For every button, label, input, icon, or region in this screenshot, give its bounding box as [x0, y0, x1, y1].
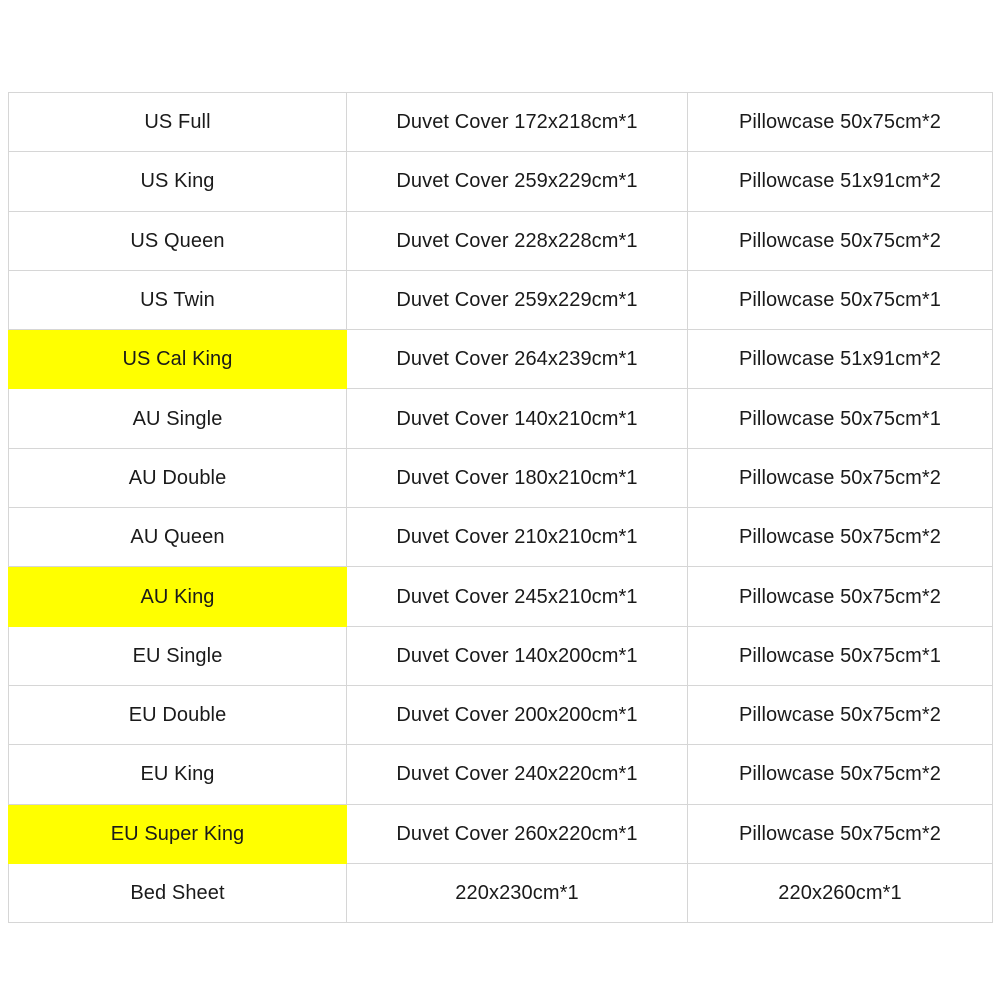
- cell-pillowcase: Pillowcase 50x75cm*2: [687, 744, 993, 805]
- bedding-size-table: US Full Duvet Cover 172x218cm*1 Pillowcase…: [8, 91, 993, 924]
- table-row: AU King Duvet Cover 245x210cm*1 Pillowcase…: [8, 566, 993, 627]
- table-row: EU King Duvet Cover 240x220cm*1 Pillowcase…: [8, 744, 993, 805]
- cell-size-name: AU Double: [8, 447, 347, 509]
- cell-duvet-cover: Duvet Cover 259x229cm*1: [346, 151, 688, 212]
- cell-pillowcase: Pillowcase 50x75cm*2: [687, 91, 993, 153]
- cell-duvet-cover: Duvet Cover 140x210cm*1: [346, 388, 688, 449]
- table-row: EU Super King Duvet Cover 260x220cm*1 Pill…: [8, 803, 993, 864]
- table-row: US Queen Duvet Cover 228x228cm*1 Pillowcas…: [8, 210, 993, 271]
- cell-pillowcase: Pillowcase 50x75cm*2: [687, 447, 993, 509]
- cell-pillowcase: Pillowcase 50x75cm*2: [687, 684, 993, 746]
- cell-duvet-cover: Duvet Cover 240x220cm*1: [346, 744, 688, 805]
- table-row: US Twin Duvet Cover 259x229cm*1 Pillowcase…: [8, 269, 993, 331]
- table-body: US Full Duvet Cover 172x218cm*1 Pillowcase…: [8, 91, 993, 924]
- cell-size-name: EU Super King: [8, 803, 347, 864]
- cell-pillowcase: Pillowcase 51x91cm*2: [687, 151, 993, 212]
- cell-size-name: Bed Sheet: [8, 862, 347, 924]
- cell-pillowcase: Pillowcase 50x75cm*1: [687, 269, 993, 331]
- cell-duvet-cover: Duvet Cover 259x229cm*1: [346, 269, 688, 331]
- cell-pillowcase: Pillowcase 51x91cm*2: [687, 329, 993, 390]
- table-row: AU Queen Duvet Cover 210x210cm*1 Pillowcas…: [8, 507, 993, 568]
- cell-duvet-cover: Duvet Cover 245x210cm*1: [346, 566, 688, 627]
- page-root: US Full Duvet Cover 172x218cm*1 Pillowcase…: [0, 0, 1000, 1000]
- cell-pillowcase: 220x260cm*1: [687, 862, 993, 924]
- cell-duvet-cover: Duvet Cover 200x200cm*1: [346, 684, 688, 746]
- cell-pillowcase: Pillowcase 50x75cm*1: [687, 625, 993, 686]
- cell-size-name: EU Single: [8, 625, 347, 686]
- table-row: EU Double Duvet Cover 200x200cm*1 Pillowca…: [8, 684, 993, 746]
- table-row: AU Single Duvet Cover 140x210cm*1 Pillowca…: [8, 388, 993, 449]
- cell-duvet-cover: Duvet Cover 180x210cm*1: [346, 447, 688, 509]
- cell-pillowcase: Pillowcase 50x75cm*2: [687, 210, 993, 271]
- cell-pillowcase: Pillowcase 50x75cm*1: [687, 388, 993, 449]
- cell-size-name: US Queen: [8, 210, 347, 271]
- cell-pillowcase: Pillowcase 50x75cm*2: [687, 507, 993, 568]
- table-row: US King Duvet Cover 259x229cm*1 Pillowcase…: [8, 151, 993, 212]
- cell-duvet-cover: Duvet Cover 260x220cm*1: [346, 803, 688, 864]
- cell-pillowcase: Pillowcase 50x75cm*2: [687, 566, 993, 627]
- cell-duvet-cover: 220x230cm*1: [346, 862, 688, 924]
- cell-size-name: AU Queen: [8, 507, 347, 568]
- cell-size-name: EU King: [8, 744, 347, 805]
- cell-duvet-cover: Duvet Cover 210x210cm*1: [346, 507, 688, 568]
- table-row: US Full Duvet Cover 172x218cm*1 Pillowcase…: [8, 91, 993, 153]
- cell-size-name: AU Single: [8, 388, 347, 449]
- cell-size-name: US Full: [8, 91, 347, 153]
- cell-size-name: US Cal King: [8, 329, 347, 390]
- cell-size-name: AU King: [8, 566, 347, 627]
- cell-duvet-cover: Duvet Cover 172x218cm*1: [346, 91, 688, 153]
- cell-pillowcase: Pillowcase 50x75cm*2: [687, 803, 993, 864]
- cell-duvet-cover: Duvet Cover 140x200cm*1: [346, 625, 688, 686]
- cell-duvet-cover: Duvet Cover 264x239cm*1: [346, 329, 688, 390]
- table-row: EU Single Duvet Cover 140x200cm*1 Pillowca…: [8, 625, 993, 686]
- cell-size-name: US Twin: [8, 269, 347, 331]
- table-row: AU Double Duvet Cover 180x210cm*1 Pillowca…: [8, 447, 993, 509]
- cell-size-name: US King: [8, 151, 347, 212]
- cell-duvet-cover: Duvet Cover 228x228cm*1: [346, 210, 688, 271]
- table-row: US Cal King Duvet Cover 264x239cm*1 Pillow…: [8, 329, 993, 390]
- cell-size-name: EU Double: [8, 684, 347, 746]
- table-row: Bed Sheet 220x230cm*1 220x260cm*1: [8, 862, 993, 924]
